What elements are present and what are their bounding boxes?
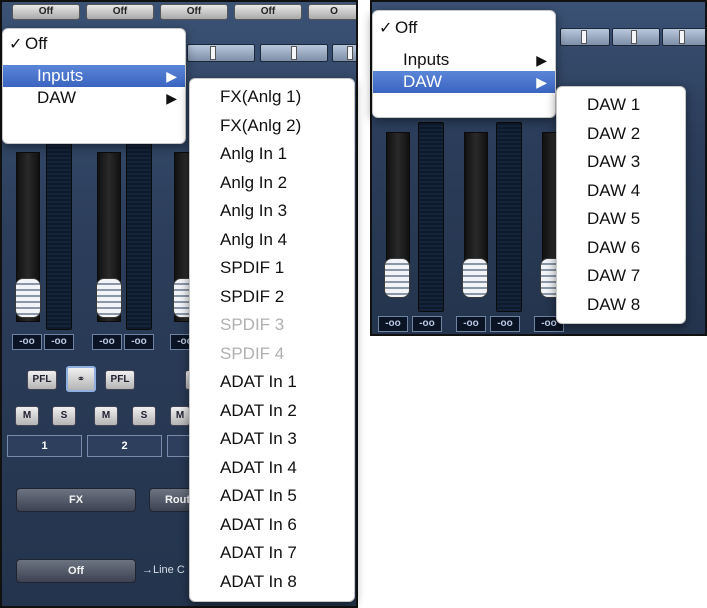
menu-item-off[interactable]: ✓ Off bbox=[373, 17, 555, 39]
submenu-item-daw[interactable]: DAW 7 bbox=[557, 262, 685, 291]
channel-source-button[interactable]: O bbox=[308, 4, 356, 20]
db-readout: -oo bbox=[378, 316, 408, 332]
triangle-right-icon: ▶ bbox=[536, 74, 547, 90]
submenu-item-daw[interactable]: DAW 5 bbox=[557, 205, 685, 234]
submenu-item-daw[interactable]: DAW 3 bbox=[557, 148, 685, 177]
checkmark-icon: ✓ bbox=[9, 36, 23, 53]
checkmark-icon: ✓ bbox=[379, 20, 393, 37]
pan-slider[interactable] bbox=[560, 28, 610, 46]
menu-item-label: Inputs bbox=[403, 50, 450, 69]
level-meter bbox=[46, 142, 72, 330]
level-meter bbox=[496, 122, 522, 312]
channel-source-button[interactable]: Off bbox=[12, 4, 80, 20]
source-menu: ✓ Off Inputs ▶ DAW ▶ bbox=[2, 28, 186, 144]
db-readout: -oo bbox=[12, 334, 42, 350]
db-readout: -oo bbox=[412, 316, 442, 332]
menu-item-label: Off bbox=[395, 18, 418, 37]
menu-item-off[interactable]: ✓ Off bbox=[3, 33, 185, 55]
submenu-item-daw[interactable]: DAW 8 bbox=[557, 291, 685, 320]
submenu-item-input[interactable]: ADAT In 6 bbox=[190, 511, 354, 540]
channel-source-button[interactable]: Off bbox=[86, 4, 154, 20]
submenu-item-input[interactable]: FX(Anlg 2) bbox=[190, 112, 354, 141]
pan-slider[interactable] bbox=[662, 28, 705, 46]
fader-handle[interactable] bbox=[384, 258, 410, 298]
output-off-button[interactable]: Off bbox=[16, 559, 136, 583]
pan-slider[interactable] bbox=[187, 44, 255, 62]
db-readout: -oo bbox=[124, 334, 154, 350]
submenu-item-input[interactable]: FX(Anlg 1) bbox=[190, 83, 354, 112]
submenu-item-input[interactable]: SPDIF 1 bbox=[190, 254, 354, 283]
db-readout: -oo bbox=[490, 316, 520, 332]
submenu-item-input[interactable]: Anlg In 3 bbox=[190, 197, 354, 226]
menu-item-label: DAW bbox=[37, 88, 77, 107]
mute-button[interactable]: M bbox=[170, 406, 190, 426]
menu-item-label: DAW bbox=[403, 72, 443, 91]
line-output-label: →Line C bbox=[142, 564, 185, 576]
submenu-item-input[interactable]: Anlg In 1 bbox=[190, 140, 354, 169]
triangle-right-icon: ▶ bbox=[536, 52, 547, 68]
triangle-right-icon: ▶ bbox=[166, 68, 177, 84]
submenu-item-daw[interactable]: DAW 4 bbox=[557, 177, 685, 206]
channel-source-button[interactable]: Off bbox=[160, 4, 228, 20]
db-readout: -oo bbox=[92, 334, 122, 350]
mute-button[interactable]: M bbox=[15, 406, 39, 426]
inputs-submenu-list: FX(Anlg 1) FX(Anlg 2) Anlg In 1 Anlg In 2 An… bbox=[190, 83, 354, 596]
daw-submenu: DAW 1 DAW 2 DAW 3 DAW 4 DAW 5 DAW 6 DAW 7 DAW 8 bbox=[556, 86, 686, 324]
fader-handle[interactable] bbox=[462, 258, 488, 298]
level-meter bbox=[418, 122, 444, 312]
menu-item-daw[interactable]: DAW ▶ bbox=[373, 71, 555, 93]
submenu-item-input[interactable]: ADAT In 8 bbox=[190, 568, 354, 597]
menu-item-inputs[interactable]: Inputs ▶ bbox=[373, 49, 555, 71]
submenu-item-input: SPDIF 3 bbox=[220, 315, 285, 334]
submenu-item-input: SPDIF 4 bbox=[220, 343, 285, 363]
source-menu: ✓ Off Inputs ▶ DAW ▶ bbox=[372, 10, 556, 118]
triangle-right-icon: ▶ bbox=[166, 90, 177, 106]
submenu-item-input[interactable]: ADAT In 2 bbox=[190, 397, 354, 426]
channel-source-button[interactable]: Off bbox=[234, 4, 302, 20]
solo-button[interactable]: S bbox=[52, 406, 76, 426]
menu-item-daw[interactable]: DAW ▶ bbox=[3, 87, 185, 109]
daw-submenu-list: DAW 1 DAW 2 DAW 3 DAW 4 DAW 5 DAW 6 DAW 7 DAW 8 bbox=[557, 91, 685, 319]
fader-handle[interactable] bbox=[15, 278, 41, 318]
submenu-item-input[interactable]: SPDIF 2 bbox=[190, 283, 354, 312]
pfl-button[interactable]: PFL bbox=[27, 370, 57, 390]
db-readout: -oo bbox=[456, 316, 486, 332]
menu-item-label: Off bbox=[25, 34, 48, 53]
inputs-submenu: FX(Anlg 1) FX(Anlg 2) Anlg In 1 Anlg In 2 An… bbox=[189, 78, 355, 602]
submenu-item-input[interactable]: Anlg In 4 bbox=[190, 226, 354, 255]
mute-button[interactable]: M bbox=[94, 406, 118, 426]
menu-item-inputs[interactable]: Inputs ▶ bbox=[3, 65, 185, 87]
pan-slider[interactable] bbox=[332, 44, 356, 62]
submenu-item-input[interactable]: ADAT In 4 bbox=[190, 454, 354, 483]
menu-separator bbox=[373, 39, 555, 49]
menu-separator bbox=[3, 55, 185, 65]
submenu-item-input[interactable]: Anlg In 2 bbox=[190, 169, 354, 198]
channel-number: 2 bbox=[87, 435, 162, 457]
submenu-item-input[interactable]: ADAT In 7 bbox=[190, 539, 354, 568]
db-readout: -oo bbox=[44, 334, 74, 350]
pan-slider[interactable] bbox=[612, 28, 660, 46]
submenu-item-daw[interactable]: DAW 2 bbox=[557, 120, 685, 149]
submenu-item-daw[interactable]: DAW 6 bbox=[557, 234, 685, 263]
fader-handle[interactable] bbox=[96, 278, 122, 318]
pfl-button[interactable]: PFL bbox=[105, 370, 135, 390]
level-meter bbox=[126, 142, 152, 330]
menu-item-label: Inputs bbox=[37, 66, 84, 85]
link-circles-icon[interactable]: ⚭ bbox=[66, 366, 96, 392]
solo-button[interactable]: S bbox=[132, 406, 156, 426]
submenu-item-input[interactable]: ADAT In 5 bbox=[190, 482, 354, 511]
fx-button[interactable]: FX bbox=[16, 488, 136, 512]
channel-number: 1 bbox=[7, 435, 82, 457]
submenu-item-input[interactable]: ADAT In 3 bbox=[190, 425, 354, 454]
submenu-item-input[interactable]: ADAT In 1 bbox=[190, 368, 354, 397]
submenu-item-daw[interactable]: DAW 1 bbox=[557, 91, 685, 120]
pan-slider[interactable] bbox=[260, 44, 328, 62]
